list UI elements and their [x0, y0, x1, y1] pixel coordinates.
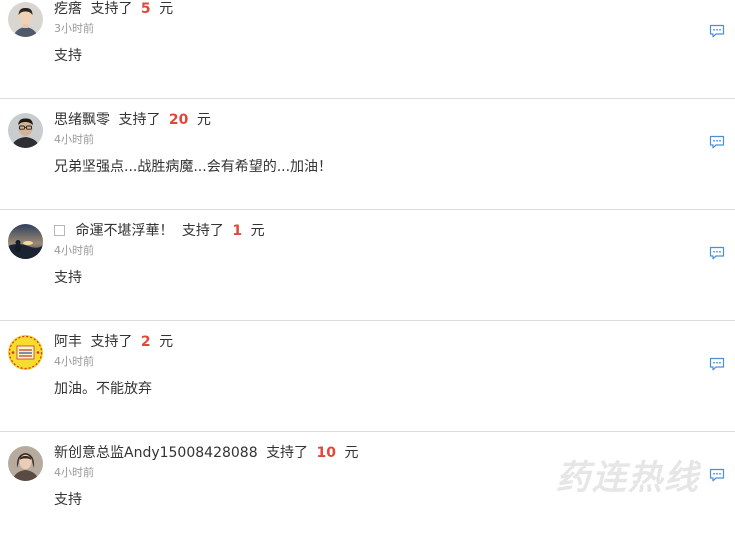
comment-item: 阿丰 支持了 2 元 4小时前 加油。不能放弃: [0, 321, 735, 432]
currency-unit: 元: [344, 445, 359, 461]
comment-time: 3小时前: [54, 22, 94, 35]
support-action-text: 支持了: [266, 445, 309, 461]
commenter-name[interactable]: 新创意总监Andy15008428088: [54, 445, 258, 461]
comment-message: 支持: [54, 270, 82, 286]
comment-message: 支持: [54, 48, 82, 64]
comment-item: 思绪飘零 支持了 20 元 4小时前 兄弟坚强点...战胜病魔...会有希望的.…: [0, 99, 735, 210]
reply-comment-icon[interactable]: [709, 23, 725, 38]
reply-comment-icon[interactable]: [709, 356, 725, 371]
avatar-man-glasses-icon[interactable]: [8, 113, 43, 148]
comment-message: 加油。不能放弃: [54, 381, 152, 397]
comment-message: 支持: [54, 492, 82, 508]
currency-unit: 元: [159, 334, 174, 350]
comment-header: 思绪飘零 支持了 20 元: [54, 110, 211, 130]
comment-header: 疙瘩 支持了 5 元: [54, 0, 173, 19]
reply-comment-icon[interactable]: [709, 467, 725, 482]
avatar-young-man-icon[interactable]: [8, 2, 43, 37]
comment-message: 兄弟坚强点...战胜病魔...会有希望的...加油！: [54, 159, 333, 175]
comment-time: 4小时前: [54, 244, 94, 257]
support-amount: 5: [140, 1, 151, 17]
commenter-name[interactable]: 疙瘩: [54, 1, 82, 17]
support-amount: 20: [168, 112, 189, 128]
watermark-text: 药连热线: [556, 458, 700, 498]
commenter-name[interactable]: 思绪飘零: [54, 112, 110, 128]
comment-item: 疙瘩 支持了 5 元 3小时前 支持: [0, 0, 735, 99]
avatar-woman-icon[interactable]: [8, 446, 43, 481]
support-action-text: 支持了: [90, 334, 133, 350]
reply-comment-icon[interactable]: [709, 134, 725, 149]
comment-time: 4小时前: [54, 466, 94, 479]
support-action-text: 支持了: [90, 1, 133, 17]
currency-unit: 元: [196, 112, 211, 128]
currency-unit: 元: [250, 223, 265, 239]
support-amount: 1: [232, 223, 243, 239]
support-action-text: 支持了: [118, 112, 161, 128]
commenter-name[interactable]: 阿丰: [54, 334, 82, 350]
reply-comment-icon[interactable]: [709, 245, 725, 260]
avatar-sunset-icon[interactable]: [8, 224, 43, 259]
comment-item: 命運不堪浮華！ 支持了 1 元 4小时前 支持: [0, 210, 735, 321]
support-amount: 10: [316, 445, 336, 461]
comment-time: 4小时前: [54, 133, 94, 146]
comment-time: 4小时前: [54, 355, 94, 368]
avatar-yellow-badge-icon[interactable]: [8, 335, 43, 370]
commenter-name[interactable]: 命運不堪浮華！: [75, 223, 173, 239]
comment-header: 新创意总监Andy15008428088 支持了 10 元: [54, 443, 358, 463]
user-badge-icon: [54, 225, 65, 236]
currency-unit: 元: [159, 1, 174, 17]
comment-header: 命運不堪浮華！ 支持了 1 元: [54, 221, 265, 241]
support-amount: 2: [140, 334, 151, 350]
comment-header: 阿丰 支持了 2 元: [54, 332, 173, 352]
support-action-text: 支持了: [181, 223, 224, 239]
